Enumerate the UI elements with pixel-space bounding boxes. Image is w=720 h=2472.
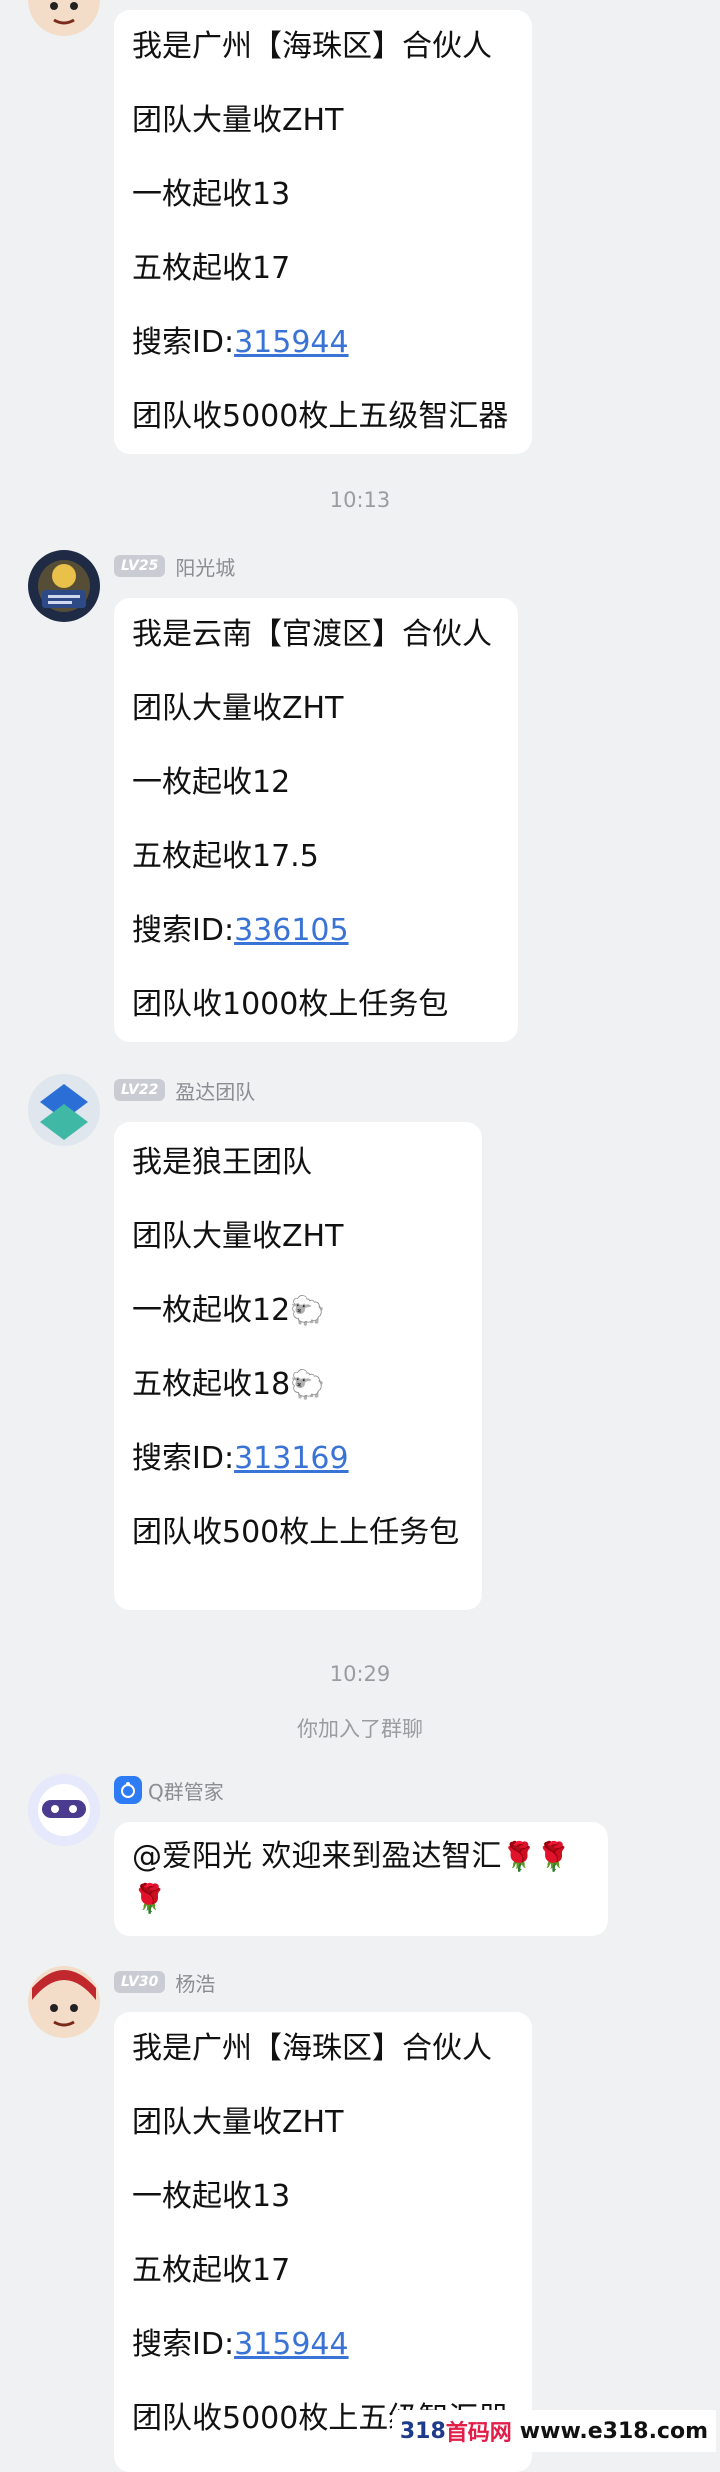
sender-name[interactable]: Q群管家 [148,1776,224,1805]
message-line: 一枚起收12🐑 [132,1274,464,1348]
avatar-yanghao-top[interactable] [28,0,100,36]
level-badge: LV30 [114,1971,166,1993]
avatar-q-bot[interactable] [28,1774,100,1846]
message-line: 五枚起收18🐑 [132,1348,464,1422]
site-watermark: 318 首码网 www.e318.com [391,2410,716,2452]
search-id-link[interactable]: 336105 [234,913,349,948]
message-bubble-1[interactable]: 我是广州【海珠区】合伙人 团队大量收ZHT 一枚起收13 五枚起收17 搜索ID… [114,10,532,454]
message-line: 团队大量收ZHT [132,103,344,138]
system-notice: 你加入了群聊 [297,1717,423,1741]
message-text: 一枚起收12 [132,1293,291,1328]
message-line: 团队收1000枚上任务包 [132,987,449,1022]
sender-name[interactable]: 杨浩 [175,1968,215,1997]
watermark-brand-number: 318 [399,2418,446,2444]
rose-emoji-icon: 🌹🌹 [501,1840,572,1873]
sender-meta: Q群管家 [114,1776,224,1804]
message-line: 一枚起收13 [132,2179,291,2214]
message-line: 五枚起收17 [132,2253,291,2288]
sender-meta: LV25 阳光城 [114,552,235,580]
message-line: 团队大量收ZHT [132,2105,344,2140]
message-line: 我是广州【海珠区】合伙人 [132,2031,492,2066]
message-line: 五枚起收17 [132,251,291,286]
watermark-brand-name: 首码网 [445,2421,512,2446]
message-line: 团队收500枚上上任务包 [132,1515,460,1550]
sheep-emoji-icon: 🐑 [290,1368,326,1401]
avatar-yanghao[interactable] [28,1966,100,2038]
message-line: 团队大量收ZHT [132,1219,344,1254]
timestamp: 10:29 [329,1662,391,1686]
rose-emoji-icon: 🌹 [132,1882,167,1915]
message-line: 我是云南【官渡区】合伙人 [132,617,492,652]
search-id-label: 搜索ID: [132,1441,235,1476]
search-id-label: 搜索ID: [132,2327,235,2362]
message-line: @爱阳光 欢迎来到盈达智汇🌹🌹 🌹 [132,1836,590,1920]
message-bubble-5[interactable]: 我是广州【海珠区】合伙人 团队大量收ZHT 一枚起收13 五枚起收17 搜索ID… [114,2012,532,2472]
watermark-url: www.e318.com [519,2418,708,2444]
robot-icon [114,1776,142,1804]
search-id-line: 搜索ID:315944 [132,2308,514,2382]
message-text: @爱阳光 欢迎来到盈达智汇 [132,1839,502,1874]
sender-meta: LV22 盈达团队 [114,1076,255,1104]
level-badge: LV22 [114,1079,166,1101]
message-line: 一枚起收13 [132,177,291,212]
sender-meta: LV30 杨浩 [114,1968,215,1996]
level-badge: LV25 [114,555,166,577]
sheep-emoji-icon: 🐑 [290,1294,326,1327]
search-id-link[interactable]: 315944 [234,2327,349,2362]
message-bubble-2[interactable]: 我是云南【官渡区】合伙人 团队大量收ZHT 一枚起收12 五枚起收17.5 搜索… [114,598,518,1042]
message-line: 团队收5000枚上五级智汇器 [132,399,509,434]
message-line: 一枚起收12 [132,765,291,800]
message-line: 团队大量收ZHT [132,691,344,726]
message-line: 我是广州【海珠区】合伙人 [132,29,492,64]
search-id-line: 搜索ID:315944 [132,306,514,380]
search-id-line: 搜索ID:336105 [132,894,500,968]
search-id-label: 搜索ID: [132,913,235,948]
message-bubble-3[interactable]: 我是狼王团队 团队大量收ZHT 一枚起收12🐑 五枚起收18🐑 搜索ID:313… [114,1122,482,1610]
message-line: 我是狼王团队 [132,1145,312,1180]
message-line: 五枚起收17.5 [132,839,319,874]
timestamp: 10:13 [329,488,391,512]
search-id-link[interactable]: 313169 [234,1441,349,1476]
message-text: 五枚起收18 [132,1367,291,1402]
search-id-link[interactable]: 315944 [234,325,349,360]
avatar-yingda-team[interactable] [28,1074,100,1146]
message-bubble-4[interactable]: @爱阳光 欢迎来到盈达智汇🌹🌹 🌹 [114,1822,608,1936]
sender-name[interactable]: 盈达团队 [175,1076,255,1105]
search-id-label: 搜索ID: [132,325,235,360]
sender-name[interactable]: 阳光城 [175,552,235,581]
avatar-yangguangcheng[interactable] [28,550,100,622]
search-id-line: 搜索ID:313169 [132,1422,464,1496]
